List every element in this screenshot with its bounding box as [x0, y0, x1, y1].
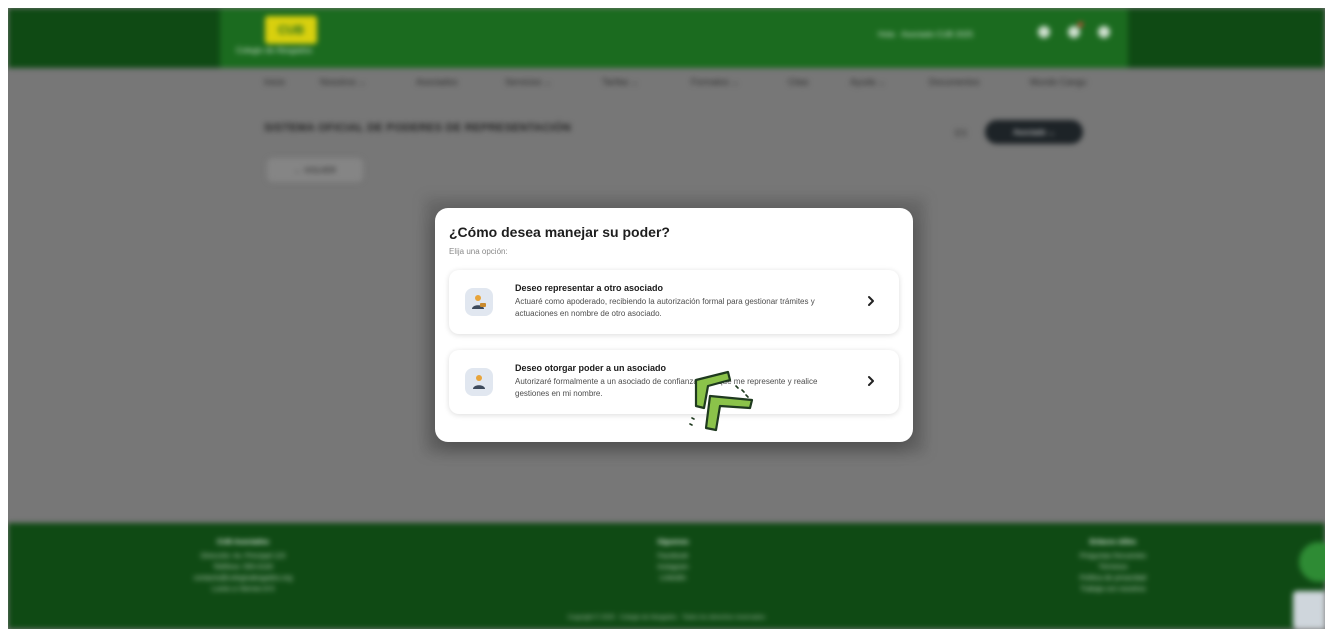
page-title: SISTEMA OFICIAL DE PODERES DE REPRESENTA… [264, 122, 571, 134]
nav-item-nosotros[interactable]: Nosotros ⌄ [320, 77, 366, 88]
nav-item-inicio[interactable]: Inicio [264, 77, 285, 87]
header-band [220, 8, 1128, 68]
option-title: Deseo representar a otro asociado [515, 283, 664, 293]
grant-power-user-icon [465, 368, 493, 396]
footer-link[interactable]: Trabaja con nosotros [1038, 584, 1188, 595]
footer-heading: CUB Asociados [216, 539, 270, 546]
footer-link[interactable]: Política de privacidad [1038, 573, 1188, 584]
notification-dot-icon [1078, 22, 1083, 27]
user-greeting[interactable]: Hola · Asociado CUB 2025 [878, 30, 973, 39]
recaptcha-badge-icon[interactable] [1293, 591, 1325, 629]
footer-heading: Síguenos [657, 539, 689, 546]
app-frame: CUB Colegio de Abogados Hola · Asociado … [8, 8, 1325, 629]
representative-user-icon [465, 288, 493, 316]
footer-link[interactable]: Instagram [598, 562, 748, 573]
nav-item-asociados[interactable]: Asociados [416, 77, 458, 87]
footer-link[interactable]: Facebook [598, 551, 748, 562]
modal-title: ¿Cómo desea manejar su poder? [449, 224, 670, 240]
footer-column-social: Síguenos Facebook Instagram LinkedIn [598, 537, 748, 584]
footer-column-links: Enlaces útiles Preguntas frecuentes Térm… [1038, 537, 1188, 595]
cart-icon[interactable] [1038, 26, 1050, 38]
nav-item-servicios[interactable]: Servicios ⌄ [505, 77, 552, 88]
nav-item-formatos[interactable]: Formatos ⌄ [691, 77, 739, 88]
power-choice-modal: ¿Cómo desea manejar su poder? Elija una … [435, 208, 913, 442]
footer-link[interactable]: LinkedIn [598, 573, 748, 584]
logo-subtitle: Colegio de Abogados [236, 46, 313, 55]
option-represent-associate[interactable]: Deseo representar a otro asociado Actuar… [449, 270, 899, 334]
option-description: Actuaré como apoderado, recibiendo la au… [515, 297, 815, 318]
modal-subtitle: Elija una opción: [449, 247, 508, 256]
nav-item-documentos[interactable]: Documentos [929, 77, 980, 87]
click-cursor-icon [689, 370, 754, 432]
footer-line: Dirección: Av. Principal 123 [200, 553, 286, 560]
option-description: Autorizaré formalmente a un asociado de … [515, 377, 818, 398]
bell-icon[interactable] [1068, 26, 1080, 38]
copyright-text: Copyright © 2025 · Colegio de Abogados ·… [567, 615, 766, 621]
chevron-right-icon [868, 376, 874, 386]
nav-item-mundo[interactable]: Mundo Cangu [1030, 77, 1087, 87]
footer-line[interactable]: contacto@colegioabogados.org [168, 573, 318, 584]
footer-link[interactable]: Términos [1038, 562, 1188, 573]
option-grant-power[interactable]: Deseo otorgar poder a un asociado Autori… [449, 350, 899, 414]
account-dropdown[interactable]: Asociado ⌄ [985, 120, 1083, 144]
back-button[interactable]: ← VOLVER [267, 158, 363, 182]
footer-heading: Enlaces útiles [1089, 539, 1137, 546]
user-icon[interactable] [1098, 26, 1110, 38]
footer-link[interactable]: Preguntas frecuentes [1038, 551, 1188, 562]
option-title: Deseo otorgar poder a un asociado [515, 363, 667, 373]
language-selector[interactable]: ES [955, 128, 967, 138]
main-nav: Inicio Nosotros ⌄ Asociados Servicios ⌄ … [8, 68, 1325, 96]
site-logo[interactable]: CUB [265, 16, 317, 44]
site-header: CUB Colegio de Abogados Hola · Asociado … [8, 8, 1325, 68]
footer-line: Teléfono: 555-0100 [213, 564, 273, 571]
nav-item-tarifas[interactable]: Tarifas ⌄ [602, 77, 639, 88]
site-footer: CUB Asociados Dirección: Av. Principal 1… [8, 523, 1325, 629]
chevron-right-icon [868, 296, 874, 306]
nav-item-citas[interactable]: Citas [788, 77, 809, 87]
footer-line: Lunes a Viernes 8-5 [211, 586, 275, 593]
nav-item-ayuda[interactable]: Ayuda ⌄ [850, 77, 885, 88]
footer-column-contact: CUB Asociados Dirección: Av. Principal 1… [168, 537, 318, 595]
